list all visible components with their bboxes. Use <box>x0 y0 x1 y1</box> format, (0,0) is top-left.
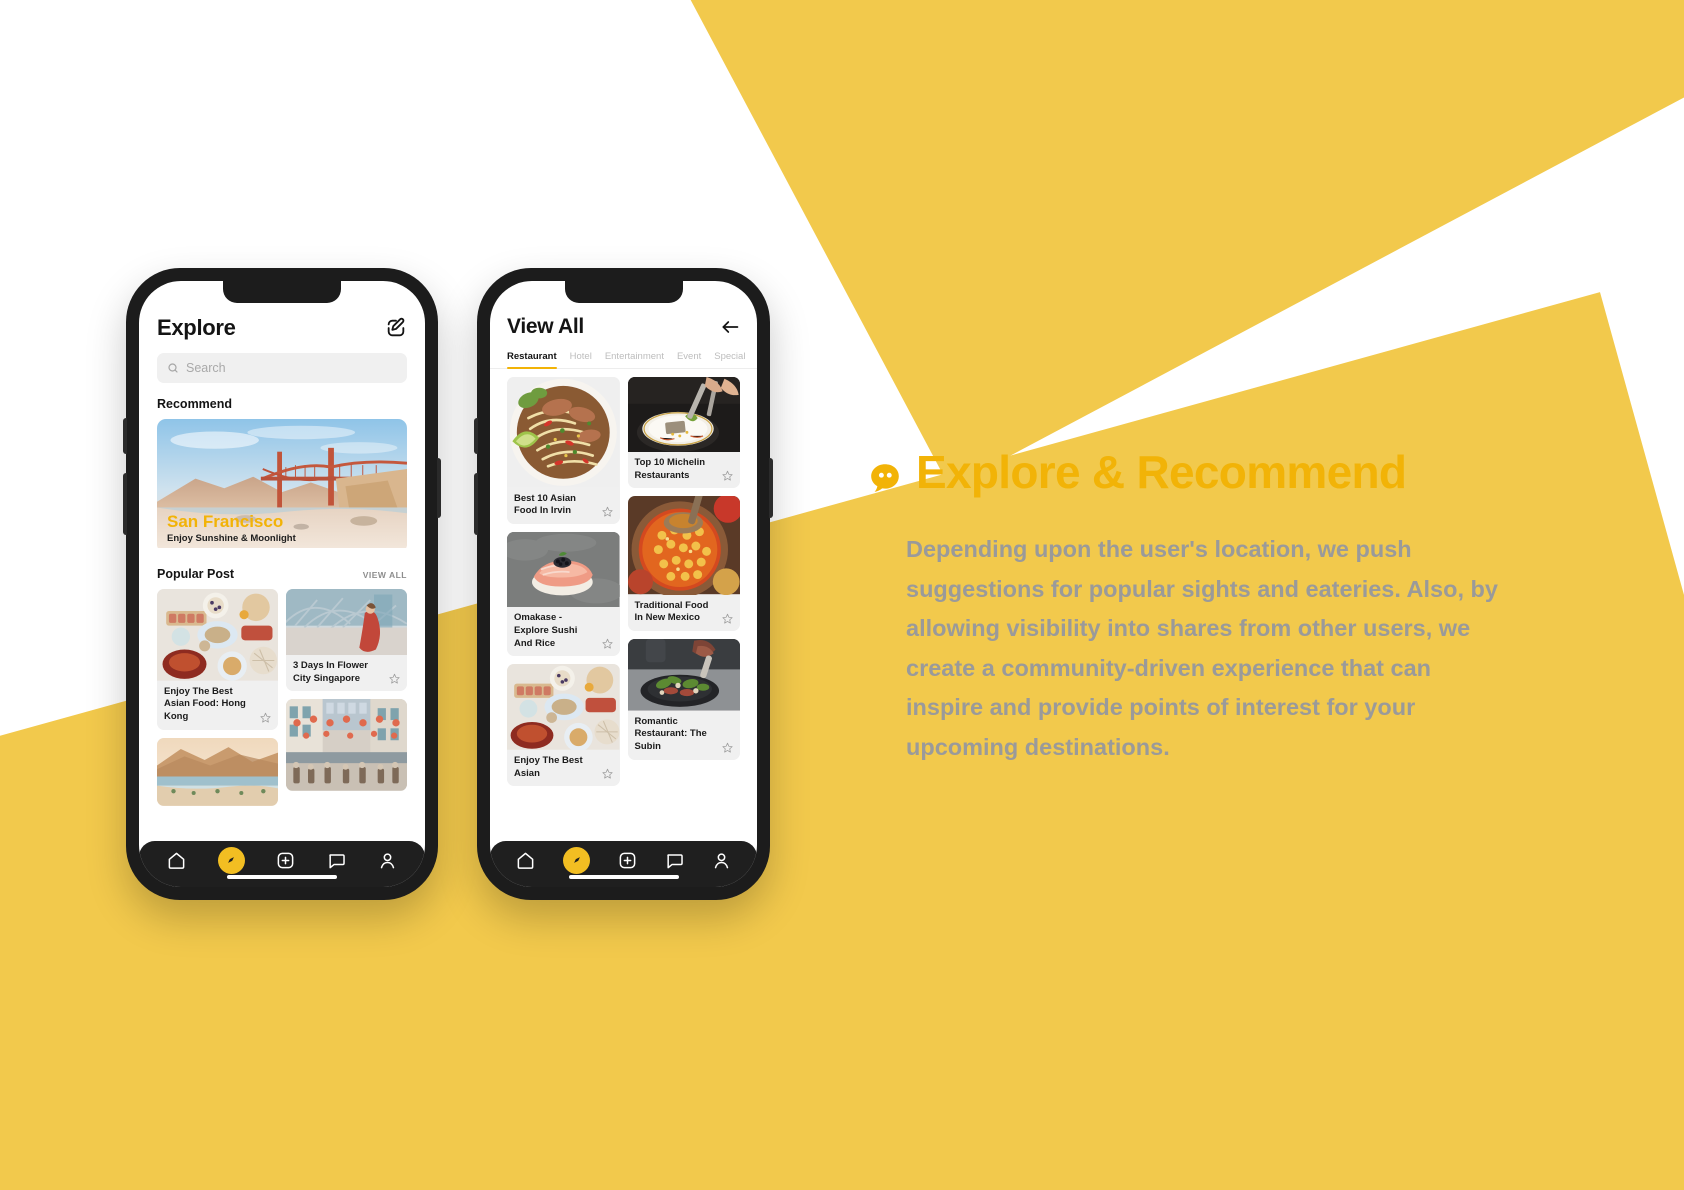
restaurant-results-grid: Best 10 Asian Food In Irvin Omakase - Ex… <box>507 377 740 887</box>
user-icon[interactable] <box>712 851 731 870</box>
user-icon[interactable] <box>378 851 397 870</box>
feature-description: Depending upon the user's location, we p… <box>906 536 1498 760</box>
feature-heading: Explore & Recommend <box>916 446 1407 498</box>
list-item[interactable]: Omakase - Explore Sushi And Rice <box>507 532 620 657</box>
salmon-nigiri-sushi-image <box>507 532 620 608</box>
phone-side-button <box>769 458 773 518</box>
card-caption: Top 10 Michelin Restaurants <box>628 452 741 488</box>
phone-mockup-explore: Explore Search Recommend San Francisco E… <box>123 268 441 900</box>
card-caption: Best 10 Asian Food In Irvin <box>507 488 620 524</box>
star-icon[interactable] <box>601 506 613 517</box>
card-title: Top 10 Michelin Restaurants <box>634 457 706 481</box>
list-item[interactable]: Enjoy The Best Asian <box>507 664 620 787</box>
asian-food-spread-image <box>507 664 620 750</box>
star-icon[interactable] <box>601 638 613 649</box>
star-icon[interactable] <box>722 613 733 624</box>
card-title: Omakase - Explore Sushi And Rice <box>514 612 578 649</box>
phone-mockup-view-all: View All Restaurant Hotel Entertainment … <box>474 268 773 900</box>
popular-grid-column-left: Enjoy The Best Asian Food: Hong Kong <box>157 589 278 806</box>
card-title: Romantic Restaurant: The Subin <box>634 715 707 752</box>
card-title: Best 10 Asian Food In Irvin <box>514 492 576 517</box>
phone-notch <box>223 281 341 303</box>
results-column-left: Best 10 Asian Food In Irvin Omakase - Ex… <box>507 377 620 787</box>
singapore-bridge-woman-image <box>286 589 407 655</box>
home-indicator <box>227 875 337 879</box>
chat-bubble-icon[interactable] <box>665 851 684 870</box>
star-icon[interactable] <box>722 470 733 481</box>
home-indicator <box>568 875 679 879</box>
card-title: Enjoy The Best Asian Food: Hong Kong <box>164 685 246 723</box>
search-input[interactable]: Search <box>157 353 407 383</box>
list-item[interactable]: Enjoy The Best Asian Food: Hong Kong <box>157 589 278 730</box>
home-icon[interactable] <box>167 851 186 870</box>
plus-square-icon[interactable] <box>276 851 295 870</box>
results-column-right: Top 10 Michelin Restaurants Traditional … <box>627 377 741 760</box>
tab-entertainment[interactable]: Entertainment <box>605 351 664 368</box>
new-mexico-stew-image <box>627 496 740 595</box>
list-item[interactable]: Best 10 Asian Food In Irvin <box>507 377 620 525</box>
star-icon[interactable] <box>260 712 271 723</box>
category-tab-bar: Restaurant Hotel Entertainment Event Spe… <box>490 351 757 369</box>
asian-food-spread-image <box>157 589 278 681</box>
card-title: 3 Days In Flower City Singapore <box>293 660 368 684</box>
popular-post-label: Popular Post <box>157 567 235 581</box>
chef-plating-dish-image <box>627 639 740 711</box>
edit-icon[interactable] <box>385 317 407 339</box>
list-item[interactable]: Top 10 Michelin Restaurants <box>627 377 741 489</box>
search-placeholder: Search <box>186 361 226 375</box>
copy-panel: Explore & Recommend Depending upon the u… <box>868 448 1548 767</box>
list-item[interactable]: 3 Days In Flower City Singapore <box>286 589 407 692</box>
page-title: Explore <box>157 315 236 340</box>
pho-noodle-bowl-image <box>507 377 620 488</box>
card-caption: Traditional Food In New Mexico <box>628 595 741 631</box>
card-caption: Enjoy The Best Asian <box>507 750 620 786</box>
coastal-beach-sunset-image <box>157 737 278 806</box>
page-title: View All <box>507 315 584 338</box>
phone1-screen: Explore Search Recommend San Francisco E… <box>139 281 425 887</box>
phone2-screen: View All Restaurant Hotel Entertainment … <box>490 281 757 887</box>
card-caption: Enjoy The Best Asian Food: Hong Kong <box>157 681 278 730</box>
star-icon[interactable] <box>601 768 613 779</box>
tab-restaurant[interactable]: Restaurant <box>507 351 557 369</box>
popular-post-header: Popular Post VIEW ALL <box>157 567 407 581</box>
compass-icon[interactable] <box>217 846 245 874</box>
bottom-navigation-bar <box>490 841 757 887</box>
list-item[interactable] <box>286 699 407 792</box>
star-icon[interactable] <box>722 742 733 753</box>
home-icon[interactable] <box>516 851 535 870</box>
list-item[interactable]: Romantic Restaurant: The Subin <box>627 639 741 760</box>
card-title: Enjoy The Best Asian <box>514 755 583 779</box>
popular-grid-column-right: 3 Days In Flower City Singapore <box>286 589 407 792</box>
phone-notch <box>564 281 683 303</box>
compass-icon[interactable] <box>563 846 590 874</box>
popular-post-grid: Enjoy The Best Asian Food: Hong Kong 3 D… <box>157 589 407 806</box>
card-caption: Romantic Restaurant: The Subin <box>628 711 741 760</box>
recommend-section-label: Recommend <box>157 397 233 411</box>
tab-special[interactable]: Special <box>714 351 745 368</box>
plus-square-icon[interactable] <box>618 851 637 870</box>
card-title: Traditional Food In New Mexico <box>634 599 709 624</box>
hero-city-name: San Francisco <box>167 511 284 531</box>
chat-bubble-icon[interactable] <box>327 851 346 870</box>
hero-caption: San Francisco Enjoy Sunshine & Moonlight <box>167 512 296 544</box>
recommend-hero-card[interactable]: San Francisco Enjoy Sunshine & Moonlight <box>157 419 407 553</box>
search-icon <box>168 363 178 373</box>
tab-hotel[interactable]: Hotel <box>570 351 592 368</box>
speech-bubble-icon <box>868 455 902 492</box>
arrow-left-icon[interactable] <box>720 317 740 337</box>
feature-heading-row: Explore & Recommend <box>868 448 1548 496</box>
list-item[interactable] <box>157 737 278 806</box>
view-all-link[interactable]: VIEW ALL <box>363 570 407 580</box>
michelin-plating-image <box>627 377 740 452</box>
tab-event[interactable]: Event <box>677 351 701 368</box>
phone-side-button <box>437 458 441 518</box>
bottom-navigation-bar <box>139 841 425 887</box>
card-caption: Omakase - Explore Sushi And Rice <box>507 607 620 656</box>
slide-canvas: Explore Search Recommend San Francisco E… <box>0 0 1684 1190</box>
hero-subtitle: Enjoy Sunshine & Moonlight <box>167 533 296 544</box>
star-icon[interactable] <box>389 673 400 684</box>
list-item[interactable]: Traditional Food In New Mexico <box>627 496 741 632</box>
card-caption: 3 Days In Flower City Singapore <box>286 655 407 691</box>
chinatown-street-lanterns-image <box>286 699 407 792</box>
